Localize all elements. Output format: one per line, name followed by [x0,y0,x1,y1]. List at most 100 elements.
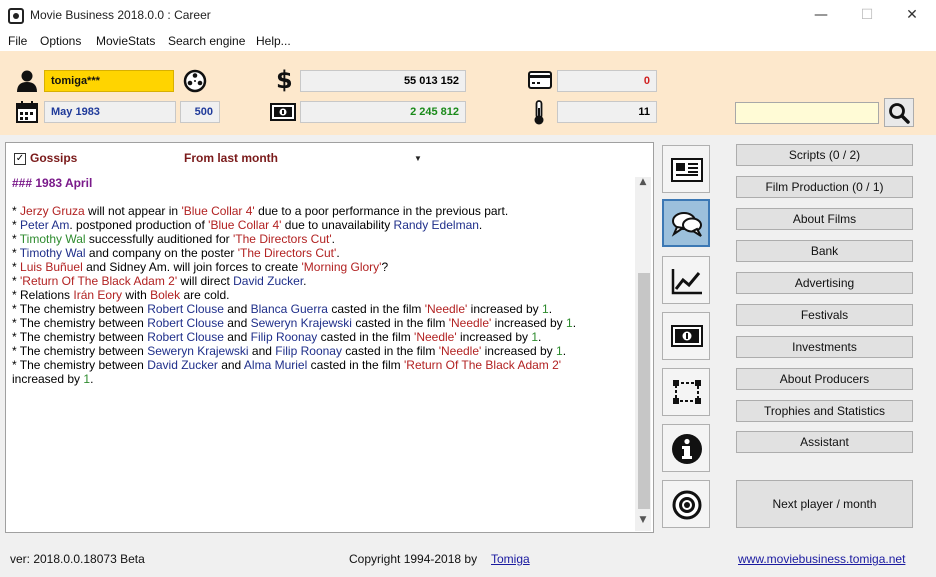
news-link[interactable]: 1 [542,302,549,316]
minimize-button[interactable]: — [798,0,844,31]
news-link[interactable]: 'Needle' [414,330,457,344]
info-button[interactable] [662,424,710,472]
news-link[interactable]: 'Blue Collar 4' [181,204,254,218]
resize-button[interactable] [662,368,710,416]
news-link[interactable]: Blanca Guerra [251,302,328,316]
author-link[interactable]: Tomiga [491,552,530,566]
newspaper-icon [671,158,703,182]
news-text: * The chemistry between [12,330,148,344]
news-link[interactable]: Seweryn Krajewski [251,316,352,330]
news-text: * The chemistry between [12,358,148,372]
search-input[interactable] [735,102,879,124]
target-button[interactable] [662,480,710,528]
news-text: and company on the poster [85,246,238,260]
resize-frame-icon [673,380,701,404]
news-text: and [223,330,251,344]
gossips-button[interactable] [662,199,710,247]
news-link[interactable]: 'Morning Glory' [302,260,382,274]
news-text: casted in the film [351,316,449,330]
menu-bar: File Options MovieStats Search engine He… [0,31,936,51]
news-link[interactable]: 'Return Of The Black Adam 2' [20,274,177,288]
festivals-button[interactable]: Festivals [736,304,913,326]
search-button[interactable] [884,98,914,127]
news-link[interactable]: Randy Edelman [394,218,479,232]
thermometer-icon [534,100,544,125]
date-field: May 1983 [44,101,176,123]
scroll-up-icon[interactable]: ▲ [636,177,650,191]
period-select[interactable]: From last month [184,151,426,169]
film-production-button[interactable]: Film Production (0 / 1) [736,176,913,198]
news-link[interactable]: Bolek [150,288,180,302]
news-link[interactable]: Alma Muriel [244,358,307,372]
about-films-button[interactable]: About Films [736,208,913,230]
temperature-field: 11 [557,101,657,123]
news-item: * The chemistry between David Zucker and… [12,358,632,372]
news-item: * The chemistry between Robert Clouse an… [12,302,632,316]
investments-button[interactable]: Investments [736,336,913,358]
news-link[interactable]: 'Needle' [439,344,482,358]
news-text: . [478,218,483,232]
news-link[interactable]: Jerzy Gruza [20,204,85,218]
news-text: * The chemistry between [12,344,148,358]
scripts-button[interactable]: Scripts (0 / 2) [736,144,913,166]
website-link[interactable]: www.moviebusiness.tomiga.net [738,552,905,566]
news-link[interactable]: 'Blue Collar 4' [208,218,281,232]
news-link[interactable]: Filip Roonay [251,330,318,344]
bank-button[interactable]: Bank [736,240,913,262]
cash-field: 2 245 812 [300,101,466,123]
menu-help[interactable]: Help... [256,34,291,48]
news-item: * Relations Irán Eory with Bolek are col… [12,288,632,302]
news-link[interactable]: 'Return Of The Black Adam 2' [404,358,561,372]
news-text: . [562,344,567,358]
menu-search-engine[interactable]: Search engine [168,34,245,48]
chart-button[interactable] [662,256,710,304]
scroll-down-icon[interactable]: ▼ [636,515,650,529]
menu-moviestats[interactable]: MovieStats [96,34,155,48]
chevron-down-icon[interactable]: ▼ [411,152,425,166]
news-item: * The chemistry between Seweryn Krajewsk… [12,344,632,358]
news-link[interactable]: 1 [556,344,563,358]
about-producers-button[interactable]: About Producers [736,368,913,390]
news-link[interactable]: 'Needle' [449,316,492,330]
news-link[interactable]: 'The Directors Cut' [238,246,337,260]
next-player-button[interactable]: Next player / month [736,480,913,528]
news-text: will direct [177,274,234,288]
menu-file[interactable]: File [8,34,27,48]
news-link[interactable]: David Zucker [147,358,218,372]
chat-bubbles-icon [671,212,702,237]
news-link[interactable]: Robert Clouse [147,316,224,330]
news-link[interactable]: Luis Buñuel [20,260,83,274]
close-button[interactable]: ✕ [889,0,935,31]
news-text: . [303,274,307,288]
news-text: and [223,316,251,330]
assistant-button[interactable]: Assistant [736,431,913,453]
news-link[interactable]: 'Needle' [425,302,468,316]
newspaper-button[interactable] [662,145,710,193]
news-link[interactable]: 1 [566,316,573,330]
news-text: . [90,372,94,386]
scrollbar-thumb[interactable] [638,273,650,509]
news-link[interactable]: David Zucker [233,274,303,288]
news-text: . [572,316,577,330]
news-link[interactable]: Peter Am [20,218,69,232]
maximize-button[interactable]: ☐ [844,0,890,31]
news-link[interactable]: 'The Directors Cut' [233,232,332,246]
news-text: due to unavailability [281,218,394,232]
news-text: and [217,358,244,372]
news-link[interactable]: Robert Clouse [147,330,224,344]
news-text: increased by [467,302,543,316]
money-button[interactable] [662,312,710,360]
player-name-field[interactable]: tomiga*** [44,70,174,92]
gossips-checkbox[interactable]: ✓ [14,153,26,165]
news-link[interactable]: Filip Roonay [275,344,342,358]
news-link[interactable]: Seweryn Krajewski [147,344,248,358]
advertising-button[interactable]: Advertising [736,272,913,294]
info-icon [672,434,702,464]
menu-options[interactable]: Options [40,34,81,48]
news-link[interactable]: Timothy Wal [20,232,86,246]
news-link[interactable]: Irán Eory [73,288,122,302]
news-link[interactable]: Timothy Wal [20,246,86,260]
news-text: successfully auditioned for [85,232,234,246]
trophies-button[interactable]: Trophies and Statistics [736,400,913,422]
news-link[interactable]: Robert Clouse [147,302,224,316]
